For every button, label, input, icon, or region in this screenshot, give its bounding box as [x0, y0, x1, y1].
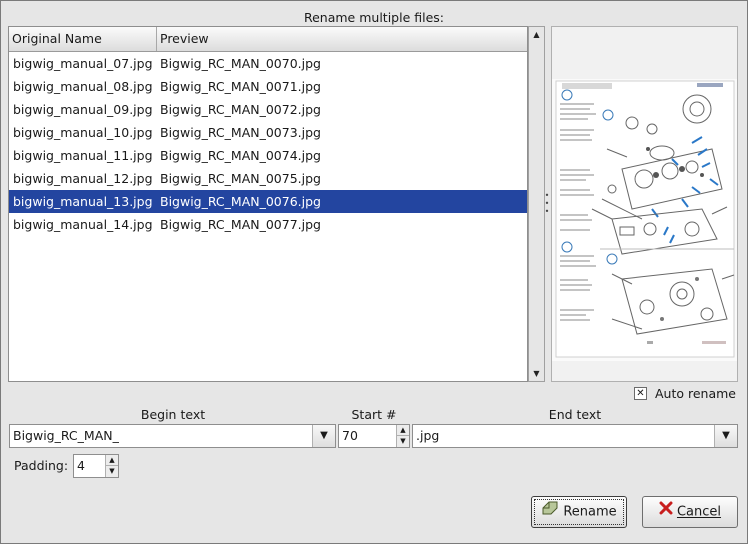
cancel-button[interactable]: Cancel: [642, 496, 738, 528]
dialog-title: Rename multiple files:: [303, 10, 444, 25]
table-row[interactable]: bigwig_manual_08.jpg Bigwig_RC_MAN_0071.j…: [9, 75, 527, 98]
list-rows: bigwig_manual_07.jpg Bigwig_RC_MAN_0070.j…: [9, 52, 527, 236]
preview-name-cell: Bigwig_RC_MAN_0071.jpg: [160, 79, 321, 94]
end-text-label: End text: [548, 407, 602, 422]
end-text-input[interactable]: .jpg: [416, 425, 439, 447]
rename-button-label: Rename: [563, 504, 617, 520]
rename-icon: [541, 497, 559, 527]
begin-text-input[interactable]: Bigwig_RC_MAN_: [13, 425, 119, 447]
table-row[interactable]: bigwig_manual_14.jpg Bigwig_RC_MAN_0077.j…: [9, 213, 527, 236]
start-number-label: Start #: [351, 407, 397, 422]
table-row[interactable]: bigwig_manual_09.jpg Bigwig_RC_MAN_0072.j…: [9, 98, 527, 121]
original-name-cell: bigwig_manual_12.jpg: [13, 171, 153, 186]
table-row[interactable]: bigwig_manual_12.jpg Bigwig_RC_MAN_0075.j…: [9, 167, 527, 190]
original-name-cell: bigwig_manual_10.jpg: [13, 125, 153, 140]
manual-page-thumbnail-image: [552, 79, 737, 361]
table-row[interactable]: bigwig_manual_07.jpg Bigwig_RC_MAN_0070.j…: [9, 52, 527, 75]
padding-spinner[interactable]: 4 ▲ ▼: [73, 454, 119, 478]
spin-up-arrow-icon[interactable]: ▲: [106, 455, 118, 466]
spin-buttons: ▲ ▼: [105, 455, 118, 477]
original-name-cell: bigwig_manual_09.jpg: [13, 102, 153, 117]
spin-buttons: ▲ ▼: [396, 425, 409, 447]
original-name-cell: bigwig_manual_07.jpg: [13, 56, 153, 71]
chevron-down-icon[interactable]: ▼: [714, 425, 737, 447]
spin-up-arrow-icon[interactable]: ▲: [397, 425, 409, 436]
preview-thumbnail: [552, 79, 737, 361]
auto-rename-checkbox[interactable]: ✕: [634, 387, 647, 400]
start-number-input[interactable]: 70: [342, 425, 358, 447]
table-row[interactable]: bigwig_manual_11.jpg Bigwig_RC_MAN_0074.j…: [9, 144, 527, 167]
begin-text-combo[interactable]: Bigwig_RC_MAN_ ▼: [9, 424, 336, 448]
padding-label: Padding:: [14, 458, 69, 473]
column-header-original-name[interactable]: Original Name: [9, 27, 157, 51]
check-icon: ✕: [636, 388, 645, 399]
pane-splitter-grip-icon[interactable]: • • •: [543, 192, 551, 216]
original-name-cell: bigwig_manual_08.jpg: [13, 79, 153, 94]
preview-name-cell: Bigwig_RC_MAN_0075.jpg: [160, 171, 321, 186]
begin-text-label: Begin text: [140, 407, 206, 422]
scroll-down-arrow-icon[interactable]: ▼: [529, 366, 544, 381]
image-preview-pane: [551, 26, 738, 382]
start-number-spinner[interactable]: 70 ▲ ▼: [338, 424, 410, 448]
list-header: Original Name Preview: [9, 27, 527, 52]
table-row[interactable]: bigwig_manual_10.jpg Bigwig_RC_MAN_0073.j…: [9, 121, 527, 144]
preview-name-cell: Bigwig_RC_MAN_0073.jpg: [160, 125, 321, 140]
preview-name-cell: Bigwig_RC_MAN_0077.jpg: [160, 217, 321, 232]
file-list[interactable]: Original Name Preview bigwig_manual_07.j…: [8, 26, 528, 382]
preview-name-cell: Bigwig_RC_MAN_0072.jpg: [160, 102, 321, 117]
chevron-down-icon[interactable]: ▼: [312, 425, 335, 447]
spin-down-arrow-icon[interactable]: ▼: [106, 466, 118, 477]
spin-down-arrow-icon[interactable]: ▼: [397, 436, 409, 447]
table-row[interactable]: bigwig_manual_13.jpg Bigwig_RC_MAN_0076.j…: [9, 190, 527, 213]
preview-name-cell: Bigwig_RC_MAN_0070.jpg: [160, 56, 321, 71]
rename-button[interactable]: Rename: [531, 496, 627, 528]
auto-rename-label[interactable]: Auto rename: [655, 386, 736, 401]
preview-name-cell: Bigwig_RC_MAN_0074.jpg: [160, 148, 321, 163]
column-header-preview[interactable]: Preview: [157, 27, 527, 51]
original-name-cell: bigwig_manual_11.jpg: [13, 148, 153, 163]
end-text-combo[interactable]: .jpg ▼: [412, 424, 738, 448]
cancel-x-icon: [659, 497, 673, 527]
padding-input[interactable]: 4: [77, 455, 85, 477]
scroll-up-arrow-icon[interactable]: ▲: [529, 27, 544, 42]
original-name-cell: bigwig_manual_14.jpg: [13, 217, 153, 232]
original-name-cell: bigwig_manual_13.jpg: [13, 194, 153, 209]
cancel-button-label: Cancel: [676, 504, 722, 520]
preview-name-cell: Bigwig_RC_MAN_0076.jpg: [160, 194, 321, 209]
